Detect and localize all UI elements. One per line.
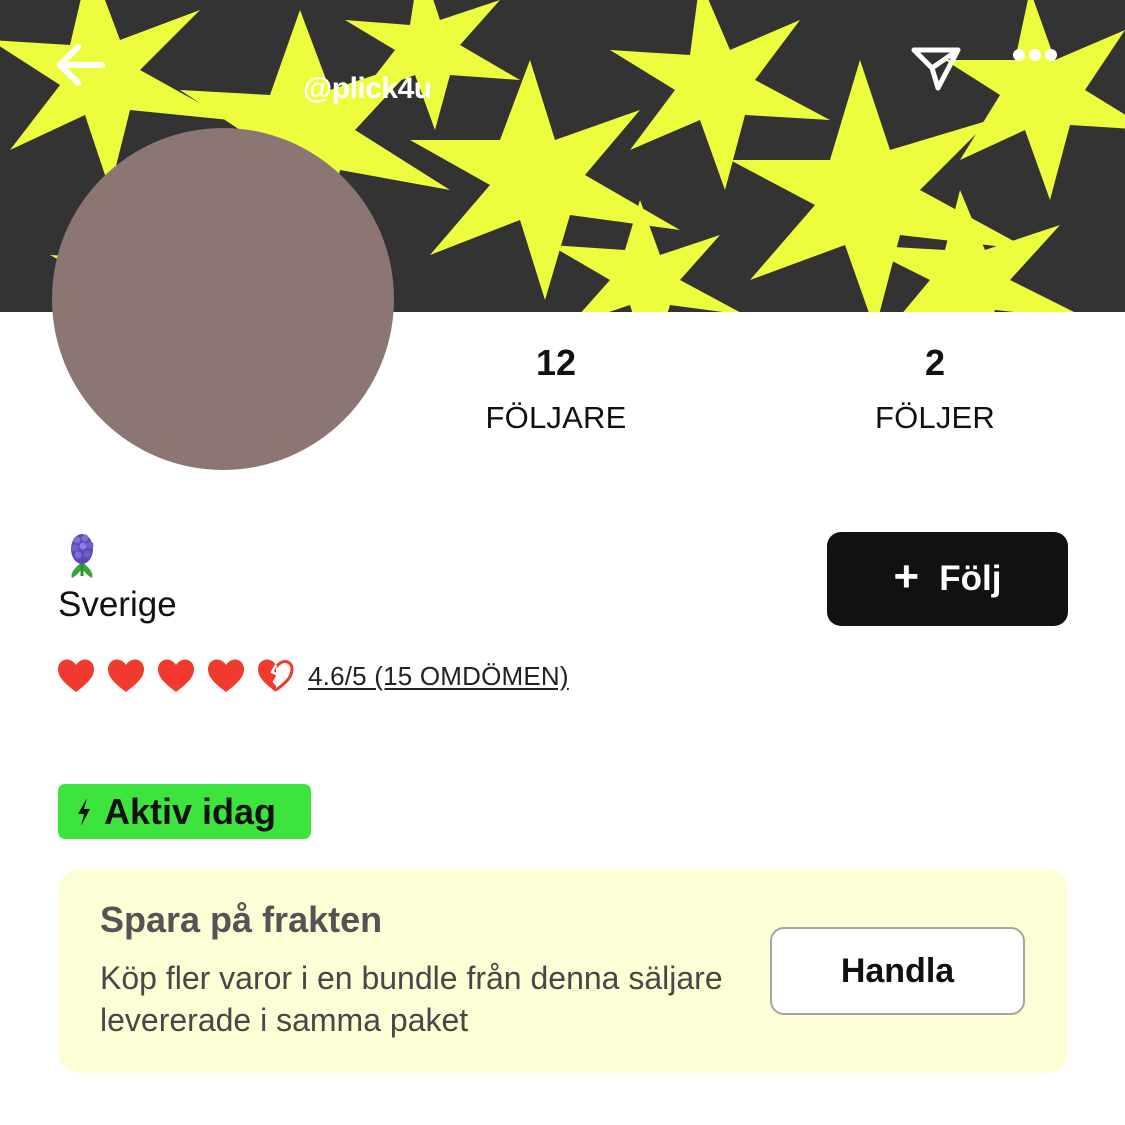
heart-full-icon (58, 659, 94, 692)
bundle-description: Köp fler varor i en bundle från denna sä… (100, 960, 723, 1038)
following-stat[interactable]: 2 FÖLJER (815, 340, 1055, 448)
rating-row: 4.6/5 (15 OMDÖMEN) (56, 654, 569, 698)
followers-label: FÖLJARE (485, 400, 627, 435)
heart-half-icon (258, 659, 294, 692)
followers-count: 12 (535, 342, 577, 383)
lightning-icon (78, 797, 90, 826)
send-icon (911, 47, 961, 91)
hyacinth-emoji-icon (71, 534, 94, 578)
bundle-promo-card: Spara på frakten Köp fler varor i en bun… (58, 869, 1068, 1073)
heart-full-icon (108, 659, 144, 692)
follow-button[interactable]: + Följ (827, 532, 1068, 626)
following-label: FÖLJER (874, 400, 996, 435)
shop-button[interactable]: Handla (770, 927, 1025, 1015)
profile-page: @plick4u 12 FÖLJARE 2 FÖLJER Sverige + F… (0, 0, 1125, 1125)
share-button[interactable] (910, 44, 972, 106)
back-button[interactable] (56, 44, 116, 104)
reviews-link[interactable]: 4.6/5 (15 OMDÖMEN) (308, 661, 569, 692)
bundle-title: Spara på frakten (100, 899, 383, 940)
profile-handle: @plick4u (303, 72, 432, 105)
following-count: 2 (924, 342, 946, 383)
location-text: Sverige (58, 585, 177, 624)
more-options-button[interactable] (1012, 48, 1072, 96)
heart-full-icon (158, 659, 194, 692)
heart-full-icon (208, 659, 244, 692)
follow-button-label: Följ (939, 559, 1002, 598)
followers-stat[interactable]: 12 FÖLJARE (436, 340, 676, 448)
activity-label: Aktiv idag (104, 790, 277, 832)
activity-badge: Aktiv idag (58, 784, 311, 839)
plus-icon: + (893, 552, 920, 601)
avatar[interactable] (52, 128, 394, 470)
more-dots-icon (1013, 49, 1057, 61)
back-arrow-icon (57, 44, 105, 86)
